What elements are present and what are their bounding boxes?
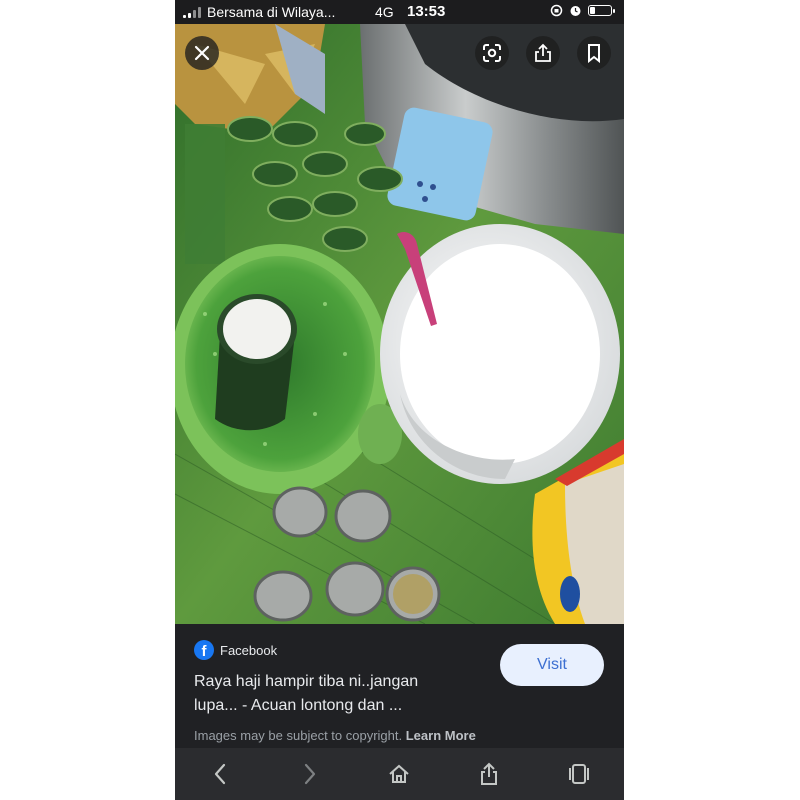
battery-fill xyxy=(590,7,595,14)
lens-button[interactable] xyxy=(475,36,509,70)
forward-button[interactable] xyxy=(290,754,330,794)
status-time: 13:53 xyxy=(407,3,446,20)
tabs-icon xyxy=(569,764,590,784)
visit-button[interactable]: Visit xyxy=(500,644,604,686)
home-button[interactable] xyxy=(379,754,419,794)
status-bar: Bersama di Wilaya... 4G 13:53 xyxy=(175,0,624,24)
copyright-notice: Images may be subject to copyright. Lear… xyxy=(194,728,476,743)
share-button[interactable] xyxy=(526,36,560,70)
network-type: 4G xyxy=(375,4,394,20)
result-image[interactable] xyxy=(175,24,624,624)
bookmark-button[interactable] xyxy=(577,36,611,70)
bookmark-icon xyxy=(588,44,600,63)
carrier-name: Bersama di Wilaya... xyxy=(207,4,336,20)
tabs-button[interactable] xyxy=(559,754,599,794)
source-name: Facebook xyxy=(220,642,278,658)
back-button[interactable] xyxy=(200,754,240,794)
orientation-lock-icon xyxy=(550,4,563,17)
battery-icon xyxy=(588,5,615,16)
toolbar-share-button[interactable] xyxy=(469,754,509,794)
learn-more-link[interactable]: Learn More xyxy=(406,728,476,743)
share-icon xyxy=(535,43,551,62)
close-icon xyxy=(194,45,210,61)
back-icon xyxy=(214,763,225,785)
phone-screen: Bersama di Wilaya... 4G 13:53 f Facebook… xyxy=(175,0,624,800)
photo-illustration xyxy=(175,24,624,624)
share-icon xyxy=(481,762,498,785)
home-icon xyxy=(389,764,410,783)
close-button[interactable] xyxy=(185,36,219,70)
lens-icon xyxy=(483,44,501,62)
source-row[interactable]: f Facebook xyxy=(194,640,277,660)
browser-toolbar xyxy=(175,748,624,800)
copyright-text: Images may be subject to copyright. xyxy=(194,728,403,743)
result-title[interactable]: Raya haji hampir tiba ni..jangan lupa...… xyxy=(194,670,464,718)
alarm-icon xyxy=(570,6,581,16)
signal-icon xyxy=(183,7,201,18)
forward-icon xyxy=(304,763,315,785)
result-info-panel: f Facebook Raya haji hampir tiba ni..jan… xyxy=(175,624,624,748)
facebook-icon: f xyxy=(194,640,214,660)
